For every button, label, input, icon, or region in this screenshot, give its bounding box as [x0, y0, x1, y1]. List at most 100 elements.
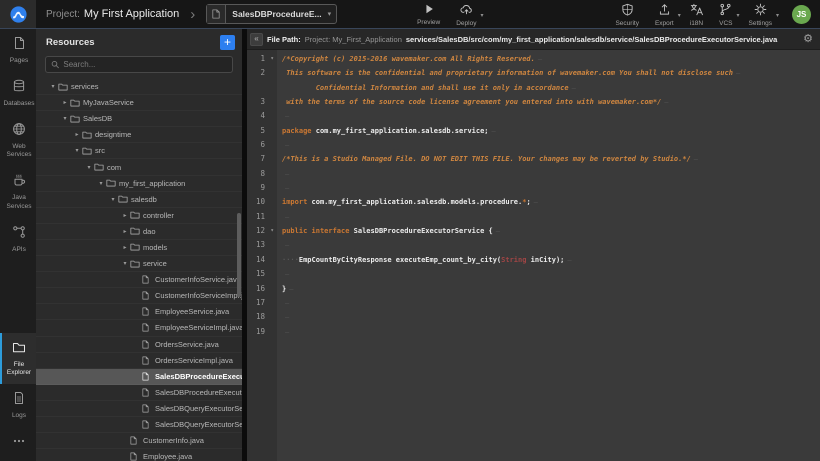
gutter-line-number: 11 [247, 210, 277, 224]
tree-folder-designtime[interactable]: ▸designtime [36, 127, 242, 143]
tree-expander-icon[interactable]: ▸ [120, 244, 130, 251]
file-icon [142, 291, 154, 300]
editor-settings-gear-icon[interactable]: ⚙ [803, 34, 813, 45]
gutter-line-number [247, 81, 277, 95]
code-line-text: ····EmpCountByCityResponse executeEmp_co… [277, 253, 572, 267]
gutter-line-number: 12▾ [247, 224, 277, 238]
sidebar-item-pages[interactable]: Pages [0, 29, 36, 72]
chevron-down-icon: ▾ [736, 12, 739, 19]
gutter-line-number: 7 [247, 152, 277, 166]
tree-expander-icon[interactable]: ▾ [84, 164, 94, 171]
tree-expander-icon[interactable]: ▾ [108, 196, 118, 203]
tree-expander-icon[interactable]: ▸ [120, 212, 130, 219]
file-icon [142, 404, 154, 413]
tree-file-customerinfoservice-java[interactable]: CustomerInfoService.java [36, 272, 242, 288]
vcs-button[interactable]: VCS▾ [719, 3, 732, 27]
tree-file-salesdbprocedureexecutorservice-java[interactable]: SalesDBProcedureExecutorService.java [36, 369, 242, 385]
tree-expander-icon[interactable]: ▾ [48, 83, 58, 90]
sidebar-item-apis[interactable]: APIs [0, 218, 36, 261]
code-line-text: public interface SalesDBProcedureExecuto… [277, 224, 500, 238]
code-line-text: – [277, 181, 289, 195]
code-editor[interactable]: 1▾/*Copyright (c) 2015-2016 wavemaker.co… [247, 50, 820, 461]
tree-file-salesdbqueryexecutorservice-java[interactable]: SalesDBQueryExecutorService.java [36, 401, 242, 417]
gear-icon [754, 3, 767, 19]
tree-file-salesdbprocedureexecutorserviceimpl-java[interactable]: SalesDBProcedureExecutorServiceImpl.java [36, 385, 242, 401]
code-line-text: }– [277, 282, 293, 296]
folder-icon [130, 260, 142, 268]
wavemaker-logo[interactable] [0, 0, 36, 28]
tree-file-salesdbqueryexecutorserviceimpl-java[interactable]: SalesDBQueryExecutorServiceImpl.java [36, 417, 242, 433]
file-icon [142, 275, 154, 284]
add-resource-button[interactable]: + [220, 35, 235, 50]
sidebar-item-web-services[interactable]: Web Services [0, 115, 36, 167]
tree-folder-salesdb[interactable]: ▾SalesDB [36, 111, 242, 127]
tree-folder-models[interactable]: ▸models [36, 240, 242, 256]
tree-item-label: CustomerInfoService.java [155, 275, 241, 284]
folder-icon [12, 340, 26, 359]
sidebar-item-logs[interactable]: Logs [0, 384, 36, 427]
resources-panel: Resources + ▾services▸MyJavaService▾Sale… [36, 29, 242, 461]
gutter-line-number: 4 [247, 109, 277, 123]
tree-folder-salesdb[interactable]: ▾salesdb [36, 192, 242, 208]
deploy-button[interactable]: Deploy▾ [456, 3, 476, 27]
sidebar-item-label: Web Services [3, 143, 35, 161]
tree-file-employee-java[interactable]: Employee.java [36, 449, 242, 461]
tree-expander-icon[interactable]: ▸ [72, 131, 82, 138]
tree-file-customerinfo-java[interactable]: CustomerInfo.java [36, 433, 242, 449]
chevron-down-icon: ▾ [328, 10, 332, 18]
tree-file-ordersservice-java[interactable]: OrdersService.java [36, 337, 242, 353]
search-input[interactable] [63, 60, 227, 69]
fold-toggle-icon[interactable]: ▾ [270, 52, 274, 66]
sidebar-item-file-explorer[interactable]: File Explorer [0, 333, 36, 385]
sidebar-item-java-services[interactable]: Java Services [0, 166, 36, 218]
sidebar-item-databases[interactable]: Databases [0, 72, 36, 115]
sidebar-item-more[interactable] [0, 427, 36, 461]
tree-folder-dao[interactable]: ▸dao [36, 224, 242, 240]
tree-expander-icon[interactable]: ▸ [120, 228, 130, 235]
tree-expander-icon[interactable]: ▾ [72, 147, 82, 154]
tree-expander-icon[interactable]: ▾ [60, 115, 70, 122]
tree-expander-icon[interactable]: ▾ [120, 260, 130, 267]
tree-expander-icon[interactable]: ▸ [60, 99, 70, 106]
code-line: 15– [247, 267, 820, 281]
file-path-label: File Path: [267, 35, 301, 44]
tree-folder-myjavaservice[interactable]: ▸MyJavaService [36, 95, 242, 111]
security-button[interactable]: Security [615, 3, 638, 27]
fold-toggle-icon[interactable]: ▾ [270, 224, 274, 238]
tree-file-employeeserviceimpl-java[interactable]: EmployeeServiceImpl.java [36, 320, 242, 336]
tree-folder-controller[interactable]: ▸controller [36, 208, 242, 224]
sidebar-item-label: APIs [12, 246, 26, 255]
tree-folder-service[interactable]: ▾service [36, 256, 242, 272]
folder-icon [118, 195, 130, 203]
folder-icon [130, 243, 142, 251]
gutter-line-number: 5 [247, 124, 277, 138]
tree-item-label: OrdersServiceImpl.java [155, 356, 233, 365]
tree-expander-icon[interactable]: ▾ [96, 180, 106, 187]
gutter-line-number: 15 [247, 267, 277, 281]
open-file-dropdown[interactable]: SalesDBProcedureE... ▾ [206, 4, 337, 24]
export-button[interactable]: Export▾ [655, 3, 674, 27]
folder-icon [70, 99, 82, 107]
tree-file-ordersserviceimpl-java[interactable]: OrdersServiceImpl.java [36, 353, 242, 369]
tree-file-employeeservice-java[interactable]: EmployeeService.java [36, 304, 242, 320]
tree-file-customerinfoserviceimpl-java[interactable]: CustomerInfoServiceImpl.java [36, 288, 242, 304]
tree-scrollbar-thumb[interactable] [237, 213, 241, 297]
user-avatar[interactable]: JS [792, 5, 811, 24]
tree-folder-com[interactable]: ▾com [36, 159, 242, 175]
tree-item-label: SalesDBProcedureExecutorServiceImpl.java [155, 388, 242, 397]
tree-folder-my-first-application[interactable]: ▾my_first_application [36, 176, 242, 192]
collapse-panel-button[interactable]: « [250, 33, 263, 46]
tree-folder-services[interactable]: ▾services [36, 79, 242, 95]
wavemaker-studio: Project:My First Application › SalesDBPr… [0, 0, 820, 461]
code-line-text: – [277, 238, 289, 252]
project-name: My First Application [84, 8, 179, 20]
preview-button[interactable]: Preview [417, 3, 440, 26]
tree-folder-src[interactable]: ▾src [36, 143, 242, 159]
folder-icon [130, 227, 142, 235]
tree-item-label: EmployeeService.java [155, 307, 229, 316]
file-tree: ▾services▸MyJavaService▾SalesDB▸designti… [36, 79, 242, 461]
i18n-button[interactable]: i18N [690, 3, 703, 27]
shield-icon [621, 3, 634, 19]
settings-button[interactable]: Settings▾ [749, 3, 773, 27]
gutter-line-number: 19 [247, 325, 277, 339]
